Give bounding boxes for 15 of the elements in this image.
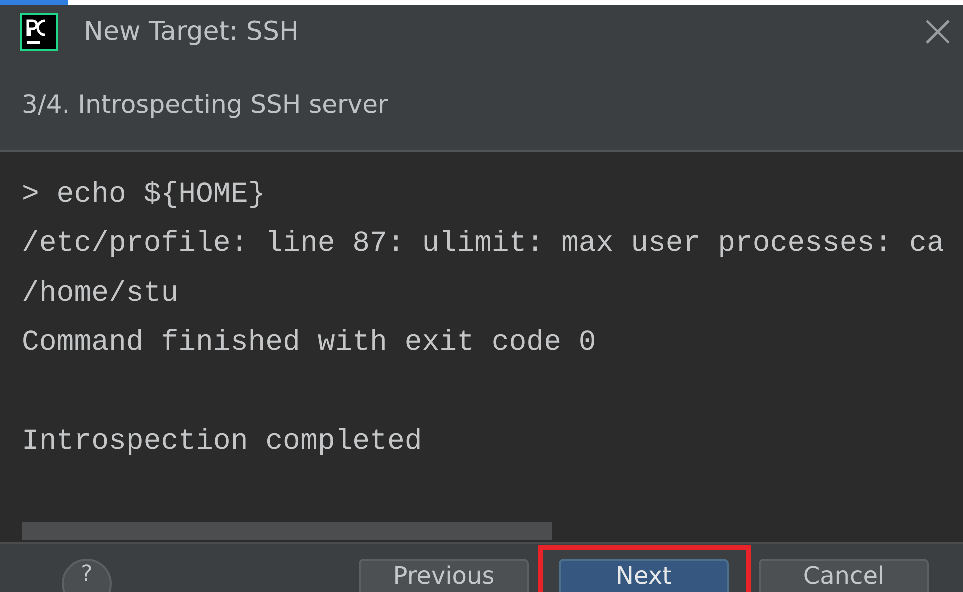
- console-line: /etc/profile: line 87: ulimit: max user processes: ca: [22, 226, 944, 262]
- console-line: > echo ${HOME}: [22, 177, 266, 213]
- close-icon[interactable]: [925, 18, 951, 44]
- window-title: New Target: SSH: [84, 16, 300, 46]
- console-line: Introspection completed: [22, 424, 422, 460]
- console-line: /home/stu: [22, 276, 179, 312]
- dialog-button[interactable]: Previous: [359, 559, 529, 592]
- dialog-button[interactable]: Cancel: [759, 559, 929, 592]
- help-button[interactable]: ?: [62, 559, 112, 592]
- selection-bar: [0, 0, 68, 5]
- console-line: Command finished with exit code 0: [22, 325, 596, 362]
- next-button[interactable]: Next: [559, 559, 729, 592]
- scrollbar-thumb[interactable]: [22, 522, 552, 540]
- app-logo-icon: [20, 12, 58, 50]
- step-title: 3/4. Introspecting SSH server: [22, 90, 388, 118]
